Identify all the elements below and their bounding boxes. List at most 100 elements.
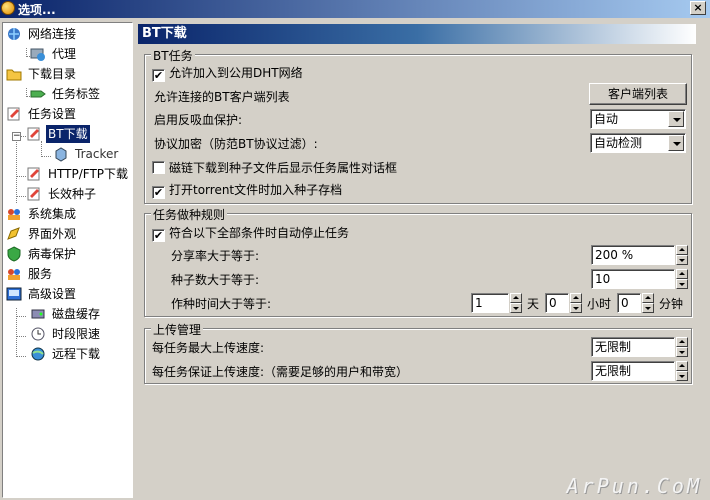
max-upload-label: 每任务最大上传速度: [152,341,265,355]
minutes-unit: 分钟 [659,297,684,311]
spin-down-icon[interactable] [510,303,522,313]
tree-item-system-integration[interactable]: 系统集成 [6,205,78,223]
hours-spinner[interactable] [570,293,582,313]
tree-item-bt-download[interactable]: BT下载 [26,125,90,143]
tree-item-virus-protection[interactable]: 病毒保护 [6,245,78,263]
app-icon [1,1,15,15]
tree-connector [16,196,26,197]
share-ratio-input[interactable]: 200 % [591,245,675,265]
tree-item-proxy[interactable]: 代理 [30,45,78,63]
seed-rules-legend: 任务做种规则 [151,206,228,223]
seed-count-spinner[interactable] [676,269,688,289]
watermark: ArPun.CoM [566,474,702,498]
client-list-label: 允许连接的BT客户端列表 [154,90,290,104]
torrent-archive-option[interactable]: ✔ 打开torrent文件时加入种子存档 [152,182,343,199]
hours-input[interactable]: 0 [545,293,569,313]
seed-count-input[interactable]: 10 [591,269,675,289]
spin-down-icon[interactable] [676,279,688,289]
dht-option[interactable]: ✔ 允许加入到公用DHT网络 [152,65,303,82]
virus-shield-icon [6,246,22,262]
encryption-label: 协议加密（防范BT协议过滤）: [154,137,318,151]
tree-item-task-tags[interactable]: 任务标签 [30,85,102,103]
spin-down-icon[interactable] [676,347,688,357]
panel-title: BT下载 [138,24,696,44]
seed-count-label: 种子数大于等于: [171,273,260,287]
auto-stop-checkbox[interactable]: ✔ [152,229,165,242]
spin-down-icon[interactable] [642,303,654,313]
spin-up-icon[interactable] [676,269,688,279]
tree-item-network[interactable]: 网络连接 [6,25,78,43]
anti-leech-label: 启用反吸血保护: [154,113,243,127]
tag-icon [30,86,46,102]
spin-up-icon[interactable] [570,293,582,303]
encryption-select[interactable]: 自动检测 [590,133,686,153]
tree-item-disk-cache[interactable]: 磁盘缓存 [30,305,102,323]
max-upload-spinner[interactable] [676,337,688,357]
spin-down-icon[interactable] [570,303,582,313]
guaranteed-upload-spinner[interactable] [676,361,688,381]
tree-item-task-settings[interactable]: 任务设置 [6,105,78,123]
appearance-icon [6,226,22,242]
tree-item-service[interactable]: 服务 [6,265,54,283]
days-unit: 天 [527,297,540,311]
spin-up-icon[interactable] [676,337,688,347]
client-list-button[interactable]: 客户端列表 [589,83,687,105]
tree-connector [41,156,51,157]
magnet-option[interactable]: 磁链下载到种子文件后显示任务属性对话框 [152,160,397,176]
window-title: 选项... [18,3,56,17]
tree-item-http-ftp[interactable]: HTTP/FTP下载 [26,165,130,183]
tree-connector [16,316,26,317]
guaranteed-upload-input[interactable]: 无限制 [591,361,675,381]
bt-task-legend: BT任务 [151,47,195,64]
spin-up-icon[interactable] [676,245,688,255]
anti-leech-select[interactable]: 自动 [590,109,686,129]
auto-stop-option[interactable]: ✔ 符合以下全部条件时自动停止任务 [152,225,350,242]
close-button[interactable]: × [690,1,706,15]
spin-down-icon[interactable] [676,255,688,265]
max-upload-input[interactable]: 无限制 [591,337,675,357]
auto-stop-label: 符合以下全部条件时自动停止任务 [169,226,350,240]
chevron-down-icon[interactable] [668,111,684,127]
tree-connector [41,141,42,157]
encryption-value: 自动检测 [594,136,643,150]
days-input[interactable]: 1 [471,293,509,313]
days-spinner[interactable] [510,293,522,313]
spin-up-icon[interactable] [510,293,522,303]
bt-download-icon [26,126,42,142]
minutes-spinner[interactable] [642,293,654,313]
service-icon [6,266,22,282]
minutes-input[interactable]: 0 [617,293,641,313]
torrent-archive-label: 打开torrent文件时加入种子存档 [169,183,343,197]
share-ratio-label: 分享率大于等于: [171,249,260,263]
tree-item-advanced[interactable]: 高级设置 [6,285,78,303]
share-ratio-spinner[interactable] [676,245,688,265]
remote-download-icon [30,346,46,362]
collapse-toggle[interactable]: − [12,132,21,141]
network-icon [6,26,22,42]
chevron-down-icon[interactable] [668,135,684,151]
tree-item-tracker[interactable]: Tracker [53,145,120,163]
seed-icon [26,186,42,202]
torrent-archive-checkbox[interactable]: ✔ [152,186,165,199]
magnet-checkbox[interactable] [152,161,165,174]
tree-item-download-dir[interactable]: 下载目录 [6,65,78,83]
tree-item-remote-download[interactable]: 远程下载 [30,345,102,363]
spin-down-icon[interactable] [676,371,688,381]
guaranteed-upload-label: 每任务保证上传速度:（需要足够的用户和带宽） [152,365,409,379]
tree-item-long-seed[interactable]: 长效种子 [26,185,98,203]
spin-up-icon[interactable] [642,293,654,303]
upload-management-legend: 上传管理 [151,321,204,338]
tracker-icon [53,146,69,162]
tree-item-appearance[interactable]: 界面外观 [6,225,78,243]
time-limit-icon [30,326,46,342]
task-settings-icon [6,106,22,122]
title-bar: 选项... × [0,0,710,18]
system-integration-icon [6,206,22,222]
tree-connector [16,133,17,203]
dht-checkbox[interactable]: ✔ [152,69,165,82]
options-tree[interactable]: − 网络连接 代理 下载目录 任务标签 任务设置 BT下载 Tracker HT… [2,22,133,498]
advanced-settings-icon [6,286,22,302]
tree-item-time-limit[interactable]: 时段限速 [30,325,102,343]
http-ftp-icon [26,166,42,182]
spin-up-icon[interactable] [676,361,688,371]
